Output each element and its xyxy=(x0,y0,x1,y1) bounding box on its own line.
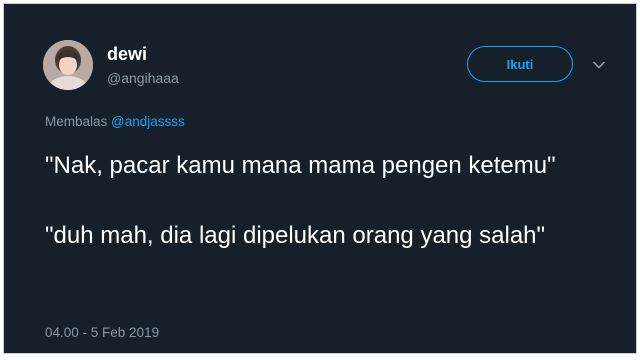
reply-mention-link[interactable]: @andjassss xyxy=(111,114,185,129)
user-handle[interactable]: @angihaaa xyxy=(107,70,179,86)
avatar[interactable] xyxy=(43,40,93,90)
follow-button[interactable]: Ikuti xyxy=(467,46,573,82)
tweet-text: "Nak, pacar kamu mana mama pengen ketemu… xyxy=(45,148,585,253)
reply-prefix: Membalas xyxy=(45,114,108,129)
avatar-image xyxy=(43,40,93,90)
tweet-paragraph: "duh mah, dia lagi dipelukan orang yang … xyxy=(45,222,546,249)
display-name[interactable]: dewi xyxy=(107,44,147,65)
chevron-down-icon[interactable] xyxy=(592,58,606,72)
tweet-paragraph: "Nak, pacar kamu mana mama pengen ketemu… xyxy=(45,152,556,179)
tweet-card: dewi @angihaaa Ikuti Membalas @andjassss… xyxy=(3,3,637,354)
tweet-timestamp[interactable]: 04.00 - 5 Feb 2019 xyxy=(45,325,159,340)
reply-context: Membalas @andjassss xyxy=(45,114,185,129)
